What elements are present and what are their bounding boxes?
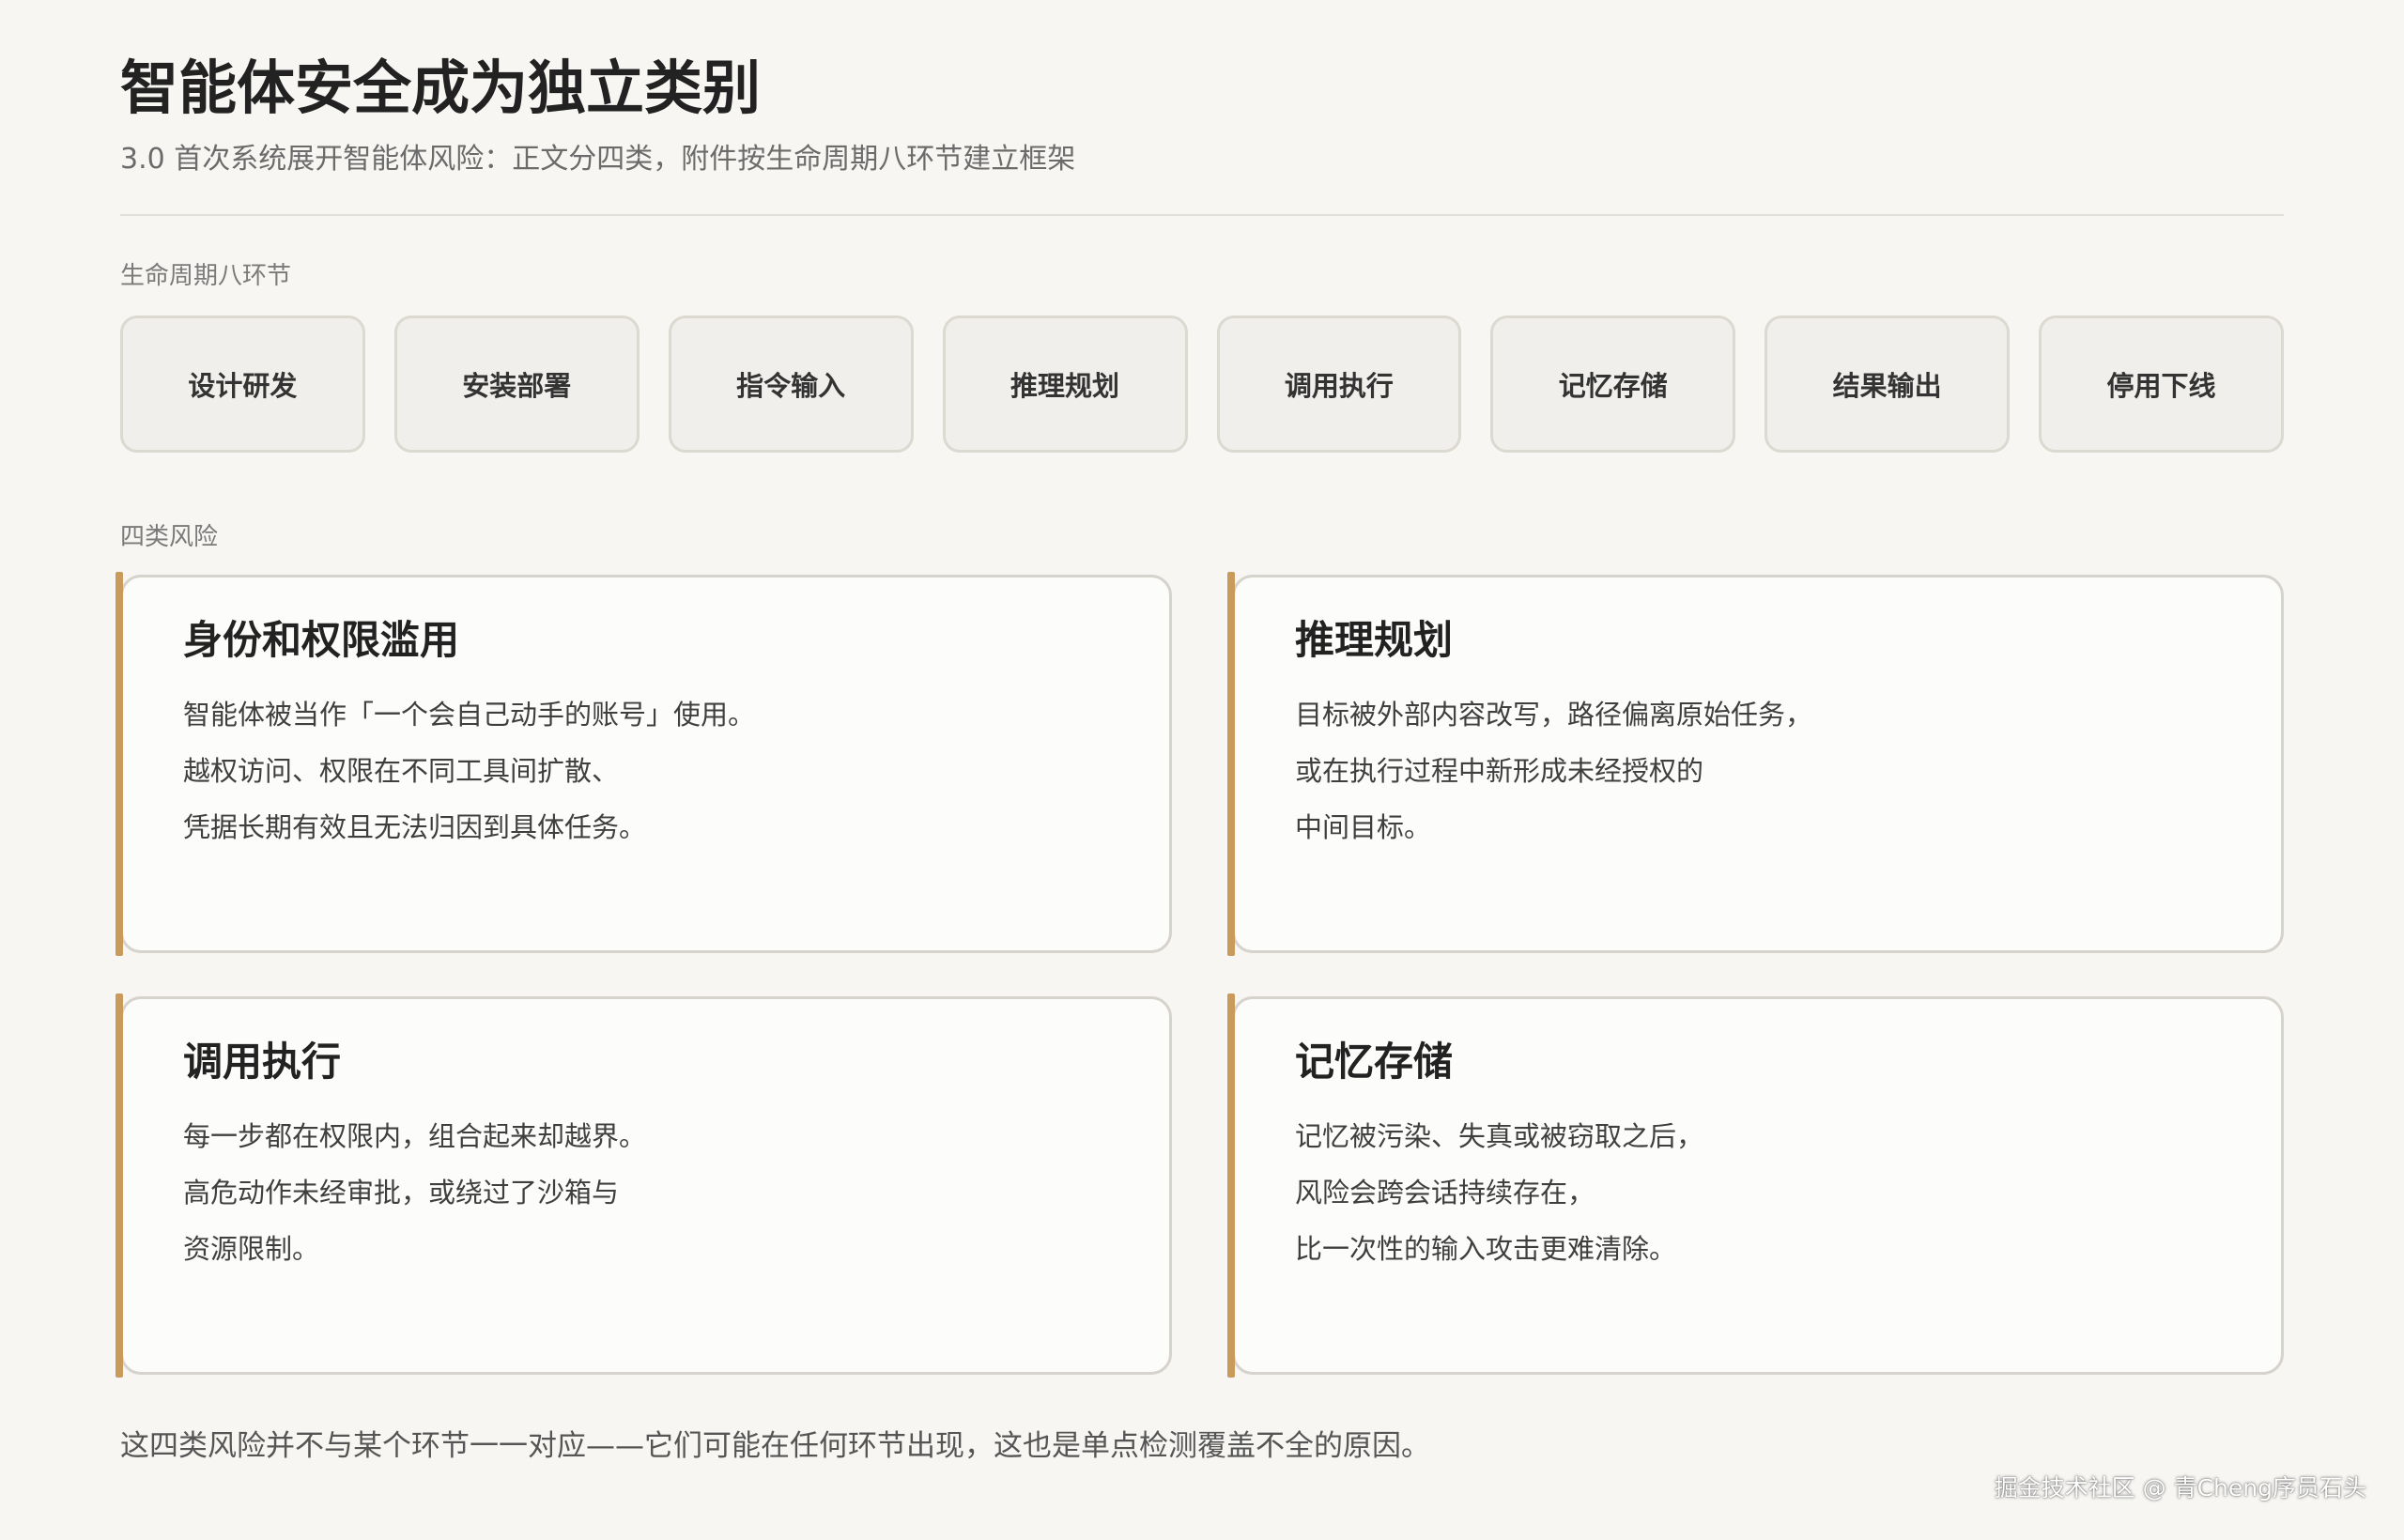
risk-card-line: 或在执行过程中新形成未经授权的 [1295,755,1704,787]
footer-note: 这四类风险并不与某个环节一一对应——它们可能在任何环节出现，这也是单点检测覆盖不… [120,1429,1430,1463]
risk-card-line: 比一次性的输入攻击更难清除。 [1295,1233,1677,1265]
stage-design: 设计研发 [120,316,365,453]
risk-card-title: 身份和权限滥用 [183,617,460,663]
stage-deploy: 安装部署 [393,316,640,453]
risk-card-line: 越权访问、权限在不同工具间扩散、 [183,755,620,787]
stage-decommission: 停用下线 [2039,316,2284,453]
risks-label: 四类风险 [120,523,219,551]
risk-card-reasoning: 推理规划 目标被外部内容改写，路径偏离原始任务， 或在执行过程中新形成未经授权的… [1227,572,2284,956]
risk-card-title: 调用执行 [183,1039,342,1085]
risk-card-line: 目标被外部内容改写，路径偏离原始任务， [1295,699,1813,731]
risk-card-line: 资源限制。 [183,1233,320,1265]
page: 智能体安全成为独立类别 3.0 首次系统展开智能体风险：正文分四类，附件按生命周… [0,0,2404,1540]
risk-card-identity: 身份和权限滥用 智能体被当作「一个会自己动手的账号」使用。 越权访问、权限在不同… [116,572,1172,956]
risk-card-line: 凭据长期有效且无法归因到具体任务。 [183,811,647,843]
risk-card-memory: 记忆存储 记忆被污染、失真或被窃取之后， 风险会跨会话持续存在， 比一次性的输入… [1227,993,2284,1378]
stage-reasoning: 推理规划 [942,316,1188,453]
risk-card-title: 记忆存储 [1295,1039,1454,1085]
header-divider [120,214,2284,216]
page-subtitle: 3.0 首次系统展开智能体风险：正文分四类，附件按生命周期八环节建立框架 [120,143,1076,176]
risk-card-line: 每一步都在权限内，组合起来却越界。 [183,1120,647,1152]
risk-card-line: 中间目标。 [1295,811,1432,843]
stage-memory: 记忆存储 [1490,316,1736,453]
page-title: 智能体安全成为独立类别 [120,54,762,122]
watermark: 掘金技术社区 @ 青Cheng序员石头 [1994,1474,2366,1502]
stage-output: 结果输出 [1764,316,2011,453]
stage-instruction-input: 指令输入 [668,316,914,453]
stage-execution: 调用执行 [1216,316,1462,453]
risk-card-line: 风险会跨会话持续存在， [1295,1177,1595,1209]
risk-grid: 身份和权限滥用 智能体被当作「一个会自己动手的账号」使用。 越权访问、权限在不同… [116,572,2284,1378]
risk-card-execution: 调用执行 每一步都在权限内，组合起来却越界。 高危动作未经审批，或绕过了沙箱与 … [116,993,1172,1378]
risk-card-line: 高危动作未经审批，或绕过了沙箱与 [183,1177,620,1209]
lifecycle-stages: 设计研发 安装部署 指令输入 推理规划 调用执行 记忆存储 结果输出 停用下线 [120,316,2284,453]
risk-card-line: 智能体被当作「一个会自己动手的账号」使用。 [183,699,756,731]
risk-card-line: 记忆被污染、失真或被窃取之后， [1295,1120,1704,1152]
risk-card-title: 推理规划 [1295,617,1454,663]
lifecycle-label: 生命周期八环节 [120,262,292,290]
